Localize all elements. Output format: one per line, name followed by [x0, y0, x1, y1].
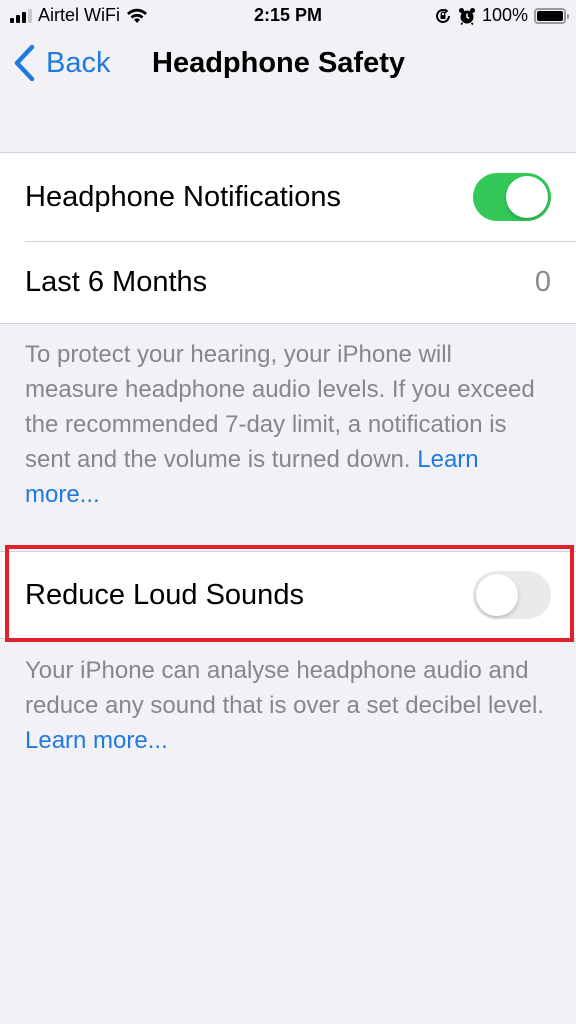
last-6-months-value: 0	[534, 265, 551, 298]
status-left: Airtel WiFi	[10, 5, 148, 26]
reduce-loud-sounds-label: Reduce Loud Sounds	[25, 578, 304, 611]
status-bar: Airtel WiFi 2:15 PM 100%	[0, 0, 576, 32]
signal-icon	[10, 8, 32, 23]
reduce-loud-sounds-toggle[interactable]	[473, 571, 551, 619]
back-button[interactable]: Back	[12, 44, 110, 82]
footer-text: Your iPhone can analyse headphone audio …	[25, 657, 544, 719]
back-label: Back	[46, 46, 111, 79]
last-6-months-row: Last 6 Months 0	[0, 241, 576, 323]
battery-percent: 100%	[481, 5, 528, 25]
alarm-icon	[458, 7, 475, 25]
reduce-loud-sounds-row: Reduce Loud Sounds	[0, 552, 576, 638]
learn-more-link[interactable]: Learn more...	[25, 727, 168, 754]
headphone-notifications-footer: To protect your hearing, your iPhone wil…	[25, 337, 545, 512]
carrier-label: Airtel WiFi	[38, 5, 120, 25]
toggle-knob	[476, 574, 518, 616]
wifi-icon	[127, 8, 147, 23]
last-6-months-label: Last 6 Months	[25, 265, 208, 298]
reduce-loud-sounds-footer: Your iPhone can analyse headphone audio …	[25, 653, 545, 758]
navigation-bar: Back Headphone Safety	[0, 40, 576, 88]
headphone-notifications-label: Headphone Notifications	[25, 180, 341, 213]
headphone-notifications-group: Headphone Notifications Last 6 Months 0	[0, 152, 576, 324]
page-title: Headphone Safety	[152, 47, 405, 79]
headphone-notifications-toggle[interactable]	[473, 173, 551, 221]
headphone-notifications-row: Headphone Notifications	[0, 153, 576, 241]
battery-icon	[534, 7, 569, 24]
status-right: 100%	[434, 5, 569, 26]
chevron-left-icon	[14, 44, 35, 82]
toggle-knob	[506, 176, 548, 218]
reduce-loud-sounds-group: Reduce Loud Sounds	[0, 551, 576, 639]
orientation-lock-icon	[436, 8, 450, 23]
